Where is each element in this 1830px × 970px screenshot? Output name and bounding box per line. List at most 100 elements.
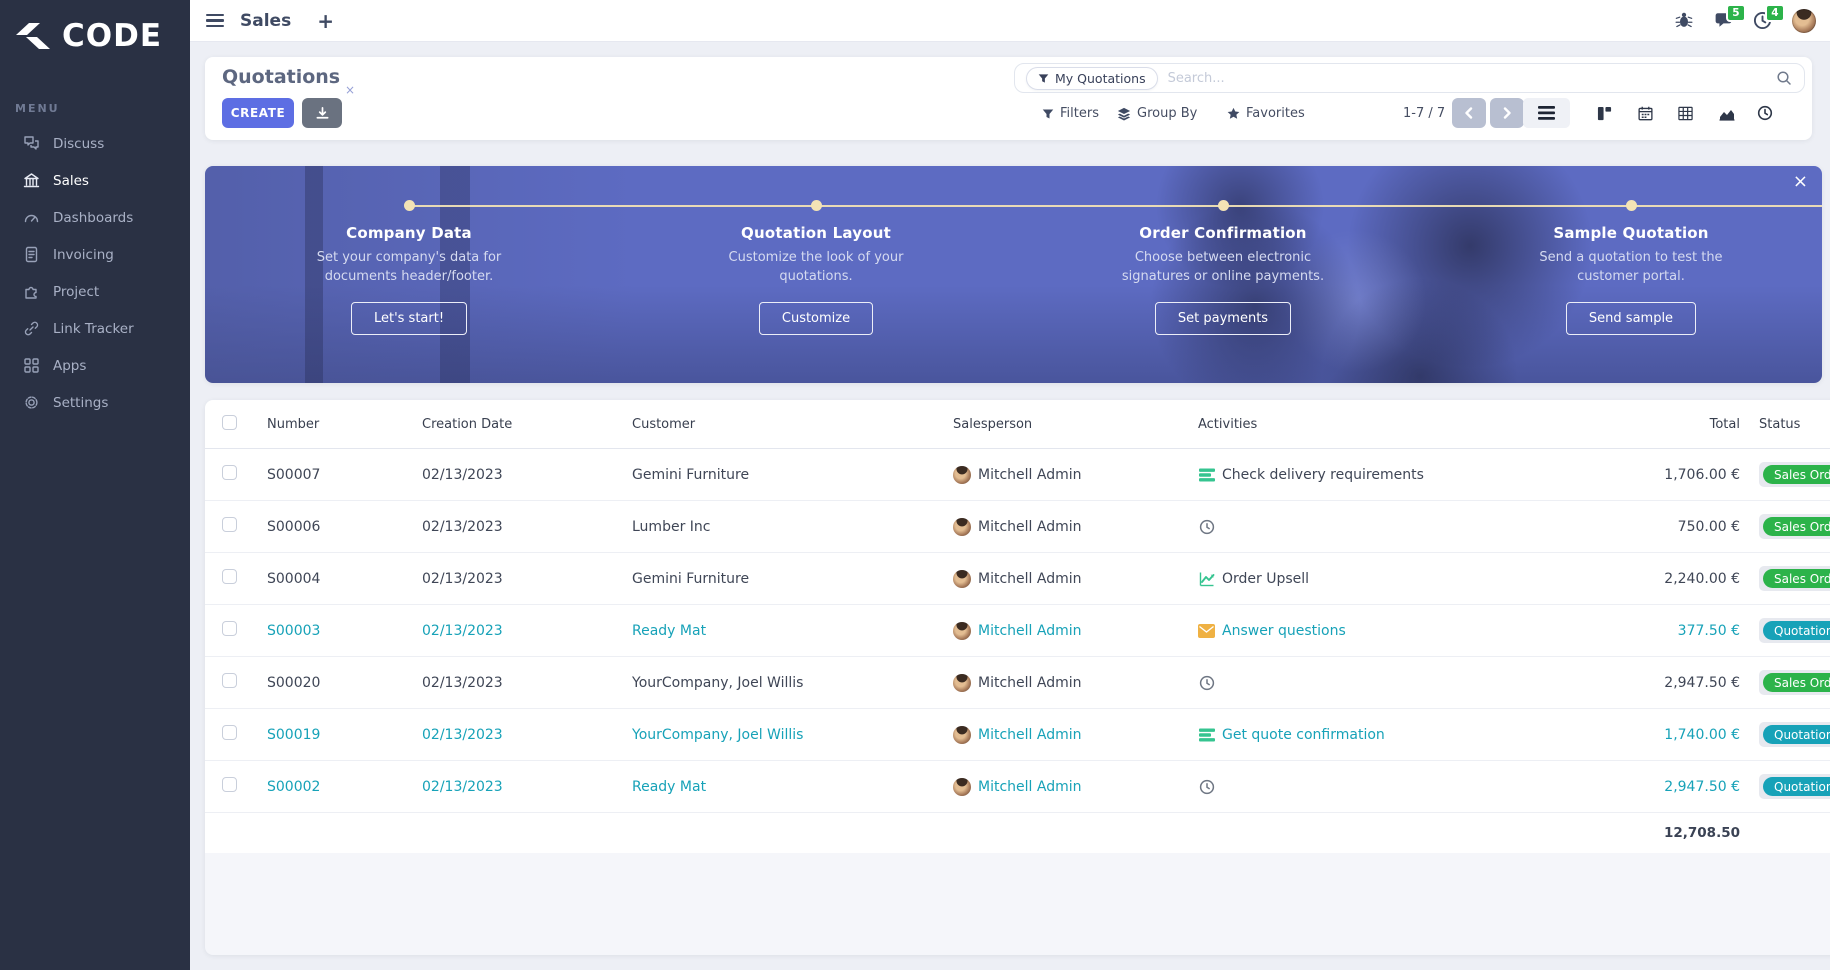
- search-facet-my-quotations[interactable]: My Quotations: [1026, 66, 1158, 90]
- activity-clock-icon[interactable]: [1198, 674, 1215, 691]
- set-payments-button[interactable]: Set payments: [1154, 301, 1292, 335]
- debug-bug-icon[interactable]: [1675, 11, 1695, 31]
- row-checkbox[interactable]: [222, 569, 237, 584]
- row-checkbox[interactable]: [222, 673, 237, 688]
- view-activity-icon[interactable]: [1750, 98, 1780, 128]
- table-row[interactable]: S00004 02/13/2023 Gemini Furniture Mitch…: [205, 553, 1830, 605]
- activity-label[interactable]: Get quote confirmation: [1222, 727, 1385, 743]
- row-checkbox[interactable]: [222, 621, 237, 636]
- activity-label[interactable]: Order Upsell: [1222, 571, 1309, 587]
- salesperson-avatar: [953, 777, 971, 796]
- row-checkbox[interactable]: [222, 465, 237, 480]
- column-header-total[interactable]: Total: [1535, 417, 1745, 432]
- quotations-table: Number Creation Date Customer Salesperso…: [205, 400, 1830, 955]
- creation-date: 02/13/2023: [422, 726, 503, 743]
- salesperson-avatar: [953, 621, 971, 640]
- creation-date: 02/13/2023: [422, 466, 503, 483]
- sidebar-item-settings[interactable]: Settings: [0, 384, 190, 421]
- row-checkbox[interactable]: [222, 517, 237, 532]
- table-row[interactable]: S00020 02/13/2023 YourCompany, Joel Will…: [205, 657, 1830, 709]
- salesperson-name: Mitchell Admin: [978, 726, 1082, 743]
- view-kanban-icon[interactable]: [1589, 98, 1619, 128]
- status-label: Quotation: [1763, 725, 1830, 744]
- customer-name: Gemini Furniture: [632, 466, 750, 483]
- sidebar-item-discuss[interactable]: Discuss: [0, 125, 190, 162]
- customize-button[interactable]: Customize: [758, 301, 874, 335]
- status-badge: Quotation: [1759, 774, 1830, 799]
- row-checkbox[interactable]: [222, 777, 237, 792]
- activity-clock-icon[interactable]: [1198, 778, 1215, 795]
- view-list-icon[interactable]: [1523, 98, 1570, 128]
- pager-range[interactable]: 1-7 / 7: [1403, 106, 1445, 121]
- salesperson-avatar: [953, 569, 971, 588]
- view-pivot-icon[interactable]: [1670, 98, 1700, 128]
- group-by-button[interactable]: Group By: [1117, 106, 1197, 121]
- table-row[interactable]: S00003 02/13/2023 Ready Mat Mitchell Adm…: [205, 605, 1830, 657]
- column-header-salesperson[interactable]: Salesperson: [945, 417, 1190, 432]
- table-row[interactable]: S00006 02/13/2023 Lumber Inc Mitchell Ad…: [205, 501, 1830, 553]
- row-checkbox[interactable]: [222, 725, 237, 740]
- column-header-customer[interactable]: Customer: [620, 417, 945, 432]
- create-button[interactable]: CREATE: [222, 98, 294, 128]
- total-amount: 750.00 €: [1677, 518, 1740, 535]
- activity-tasks-icon[interactable]: [1198, 466, 1215, 483]
- pager-previous-button[interactable]: [1452, 98, 1486, 128]
- search-input[interactable]: [1167, 70, 1776, 86]
- quotation-number: S00019: [267, 726, 321, 743]
- column-header-creation-date[interactable]: Creation Date: [410, 417, 620, 432]
- column-header-number[interactable]: Number: [255, 417, 410, 432]
- activity-chart-icon[interactable]: [1198, 570, 1215, 587]
- pager-next-button[interactable]: [1490, 98, 1524, 128]
- user-avatar[interactable]: [1792, 8, 1816, 33]
- new-tab-button[interactable]: +: [317, 11, 334, 31]
- topbar: Sales + 5 4: [190, 0, 1830, 42]
- app-title[interactable]: Sales: [240, 11, 291, 31]
- select-all-checkbox[interactable]: [222, 414, 237, 430]
- timeline-dot: [404, 200, 415, 211]
- messages-icon[interactable]: 5: [1714, 3, 1746, 31]
- sidebar-item-dashboards[interactable]: Dashboards: [0, 199, 190, 236]
- view-calendar-icon[interactable]: [1630, 98, 1660, 128]
- sidebar-item-label: Invoicing: [53, 246, 114, 263]
- activity-email-icon[interactable]: [1198, 622, 1215, 639]
- brand-logo[interactable]: CODE: [0, 0, 190, 54]
- activity-clock-icon[interactable]: [1198, 518, 1215, 535]
- send-sample-button[interactable]: Send sample: [1565, 301, 1697, 335]
- table-row[interactable]: S00007 02/13/2023 Gemini Furniture Mitch…: [205, 449, 1830, 501]
- activities-clock-icon[interactable]: 4: [1753, 3, 1785, 31]
- facet-remove-icon[interactable]: ×: [345, 84, 355, 96]
- table-row[interactable]: S00002 02/13/2023 Ready Mat Mitchell Adm…: [205, 761, 1830, 813]
- sidebar-item-invoicing[interactable]: Invoicing: [0, 236, 190, 273]
- customer-name: Gemini Furniture: [632, 570, 750, 587]
- favorites-button[interactable]: Favorites: [1227, 106, 1305, 121]
- sidebar-item-link-tracker[interactable]: Link Tracker: [0, 310, 190, 347]
- activity-tasks-icon[interactable]: [1198, 726, 1215, 743]
- column-header-activities[interactable]: Activities: [1190, 417, 1535, 432]
- sidebar-item-apps[interactable]: Apps: [0, 347, 190, 384]
- lets-start-button[interactable]: Let's start!: [350, 301, 468, 335]
- creation-date: 02/13/2023: [422, 518, 503, 535]
- salesperson-avatar: [953, 673, 971, 692]
- column-header-status[interactable]: Status: [1745, 417, 1830, 432]
- view-graph-icon[interactable]: [1712, 98, 1742, 128]
- puzzle-icon: [22, 283, 40, 301]
- filters-button[interactable]: Filters: [1042, 106, 1099, 121]
- table-row[interactable]: S00019 02/13/2023 YourCompany, Joel Will…: [205, 709, 1830, 761]
- sidebar-item-project[interactable]: Project: [0, 273, 190, 310]
- star-icon: [1227, 107, 1240, 120]
- total-amount: 2,947.50 €: [1664, 674, 1740, 691]
- banner-close-icon[interactable]: ×: [1793, 171, 1808, 192]
- total-amount: 377.50 €: [1677, 622, 1740, 639]
- status-badge: Quotation: [1759, 618, 1830, 643]
- activity-label[interactable]: Answer questions: [1222, 623, 1346, 639]
- step-title: Order Confirmation: [1139, 224, 1307, 242]
- onboarding-banner: × Company Data Set your company's data f…: [205, 166, 1822, 383]
- group-by-label: Group By: [1137, 106, 1198, 121]
- hamburger-menu-icon[interactable]: [206, 11, 224, 30]
- activity-label[interactable]: Check delivery requirements: [1222, 467, 1424, 483]
- export-download-button[interactable]: [302, 98, 342, 128]
- step-description: Choose between electronic signatures or …: [1121, 250, 1325, 284]
- quotation-number: S00004: [267, 570, 321, 587]
- onboarding-step-sample-quotation: Sample Quotation Send a quotation to tes…: [1461, 224, 1801, 335]
- sidebar-item-sales[interactable]: Sales: [0, 162, 190, 199]
